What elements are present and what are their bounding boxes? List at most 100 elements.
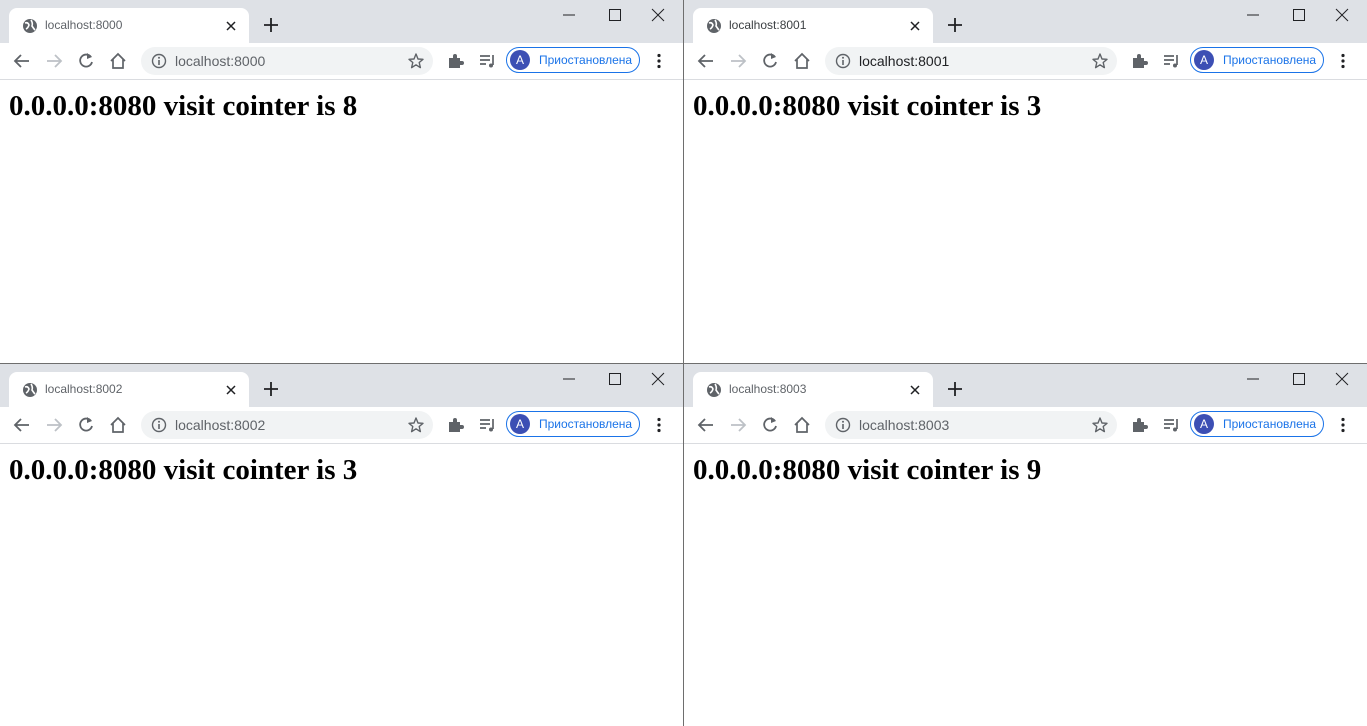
- info-icon[interactable]: [835, 53, 851, 69]
- new-tab-plus-icon[interactable]: [261, 379, 281, 399]
- address-bar[interactable]: localhost:8003: [825, 411, 1117, 439]
- puzzle-icon[interactable]: [1127, 413, 1151, 437]
- close-tab-icon[interactable]: [221, 380, 241, 400]
- media-queue-icon[interactable]: [475, 49, 499, 73]
- profile-button[interactable]: A Приостановлена: [1190, 47, 1324, 73]
- maximize-icon[interactable]: [600, 367, 630, 391]
- profile-status-label: Приостановлена: [1223, 417, 1317, 431]
- puzzle-icon[interactable]: [443, 413, 467, 437]
- page-heading: 0.0.0.0:8080 visit cointer is 8: [9, 90, 358, 122]
- arrow-left-icon[interactable]: [694, 49, 718, 73]
- maximize-icon[interactable]: [600, 3, 630, 27]
- puzzle-icon[interactable]: [1127, 49, 1151, 73]
- avatar: A: [1194, 50, 1214, 70]
- profile-button[interactable]: A Приостановлена: [506, 47, 640, 73]
- media-queue-icon[interactable]: [1159, 413, 1183, 437]
- address-bar[interactable]: localhost:8000: [141, 47, 433, 75]
- page-content: 0.0.0.0:8080 visit cointer is 3: [684, 80, 1367, 363]
- reload-icon[interactable]: [758, 413, 782, 437]
- address-bar[interactable]: localhost:8001: [825, 47, 1117, 75]
- star-icon[interactable]: [1091, 416, 1109, 434]
- globe-icon: [706, 18, 722, 34]
- media-queue-icon[interactable]: [1159, 49, 1183, 73]
- tab-title: localhost:8002: [45, 382, 123, 396]
- minimize-icon[interactable]: [554, 367, 584, 391]
- browser-tab[interactable]: localhost:8002: [9, 372, 249, 407]
- close-tab-icon[interactable]: [221, 16, 241, 36]
- window-close-icon[interactable]: [1327, 3, 1357, 27]
- arrow-right-icon[interactable]: [42, 413, 66, 437]
- globe-icon: [22, 18, 38, 34]
- page-heading: 0.0.0.0:8080 visit cointer is 3: [9, 454, 358, 486]
- reload-icon[interactable]: [758, 49, 782, 73]
- star-icon[interactable]: [1091, 52, 1109, 70]
- star-icon[interactable]: [407, 416, 425, 434]
- avatar: A: [510, 50, 530, 70]
- kebab-menu-icon[interactable]: [647, 413, 671, 437]
- arrow-left-icon[interactable]: [10, 49, 34, 73]
- profile-status-label: Приостановлена: [1223, 53, 1317, 67]
- url-text[interactable]: localhost:8001: [859, 53, 949, 69]
- avatar: A: [1194, 414, 1214, 434]
- tab-title: localhost:8001: [729, 18, 807, 32]
- window-close-icon[interactable]: [1327, 367, 1357, 391]
- home-icon[interactable]: [106, 49, 130, 73]
- new-tab-plus-icon[interactable]: [261, 15, 281, 35]
- home-icon[interactable]: [106, 413, 130, 437]
- avatar: A: [510, 414, 530, 434]
- browser-window[interactable]: localhost:8002 localhost:8002 A Приостан…: [0, 364, 683, 726]
- arrow-left-icon[interactable]: [10, 413, 34, 437]
- new-tab-plus-icon[interactable]: [945, 379, 965, 399]
- browser-tab[interactable]: localhost:8001: [693, 8, 933, 43]
- minimize-icon[interactable]: [554, 3, 584, 27]
- browser-tab[interactable]: localhost:8003: [693, 372, 933, 407]
- arrow-right-icon[interactable]: [726, 413, 750, 437]
- url-text[interactable]: localhost:8002: [175, 417, 265, 433]
- page-content: 0.0.0.0:8080 visit cointer is 9: [684, 444, 1367, 726]
- maximize-icon[interactable]: [1284, 3, 1314, 27]
- profile-button[interactable]: A Приостановлена: [1190, 411, 1324, 437]
- reload-icon[interactable]: [74, 413, 98, 437]
- home-icon[interactable]: [790, 49, 814, 73]
- arrow-right-icon[interactable]: [42, 49, 66, 73]
- info-icon[interactable]: [835, 417, 851, 433]
- star-icon[interactable]: [407, 52, 425, 70]
- browser-window[interactable]: localhost:8000 localhost:8000 A Приостан…: [0, 0, 683, 363]
- arrow-left-icon[interactable]: [694, 413, 718, 437]
- browser-tab[interactable]: localhost:8000: [9, 8, 249, 43]
- globe-icon: [706, 382, 722, 398]
- url-text[interactable]: localhost:8003: [859, 417, 949, 433]
- reload-icon[interactable]: [74, 49, 98, 73]
- arrow-right-icon[interactable]: [726, 49, 750, 73]
- page-heading: 0.0.0.0:8080 visit cointer is 3: [693, 90, 1042, 122]
- profile-status-label: Приостановлена: [539, 53, 633, 67]
- kebab-menu-icon[interactable]: [647, 49, 671, 73]
- window-close-icon[interactable]: [643, 367, 673, 391]
- url-text[interactable]: localhost:8000: [175, 53, 265, 69]
- info-icon[interactable]: [151, 53, 167, 69]
- puzzle-icon[interactable]: [443, 49, 467, 73]
- home-icon[interactable]: [790, 413, 814, 437]
- maximize-icon[interactable]: [1284, 367, 1314, 391]
- globe-icon: [22, 382, 38, 398]
- media-queue-icon[interactable]: [475, 413, 499, 437]
- info-icon[interactable]: [151, 417, 167, 433]
- close-tab-icon[interactable]: [905, 380, 925, 400]
- kebab-menu-icon[interactable]: [1331, 49, 1355, 73]
- browser-toolbar: localhost:8003 A Приостановлена: [684, 407, 1367, 444]
- page-content: 0.0.0.0:8080 visit cointer is 8: [0, 80, 683, 363]
- window-close-icon[interactable]: [643, 3, 673, 27]
- browser-window[interactable]: localhost:8003 localhost:8003 A Приостан…: [684, 364, 1367, 726]
- page-content: 0.0.0.0:8080 visit cointer is 3: [0, 444, 683, 726]
- minimize-icon[interactable]: [1238, 3, 1268, 27]
- minimize-icon[interactable]: [1238, 367, 1268, 391]
- title-bar: localhost:8002: [0, 364, 683, 407]
- kebab-menu-icon[interactable]: [1331, 413, 1355, 437]
- profile-button[interactable]: A Приостановлена: [506, 411, 640, 437]
- browser-window[interactable]: localhost:8001 localhost:8001 A Приостан…: [684, 0, 1367, 363]
- new-tab-plus-icon[interactable]: [945, 15, 965, 35]
- address-bar[interactable]: localhost:8002: [141, 411, 433, 439]
- tab-title: localhost:8003: [729, 382, 807, 396]
- title-bar: localhost:8000: [0, 0, 683, 43]
- close-tab-icon[interactable]: [905, 16, 925, 36]
